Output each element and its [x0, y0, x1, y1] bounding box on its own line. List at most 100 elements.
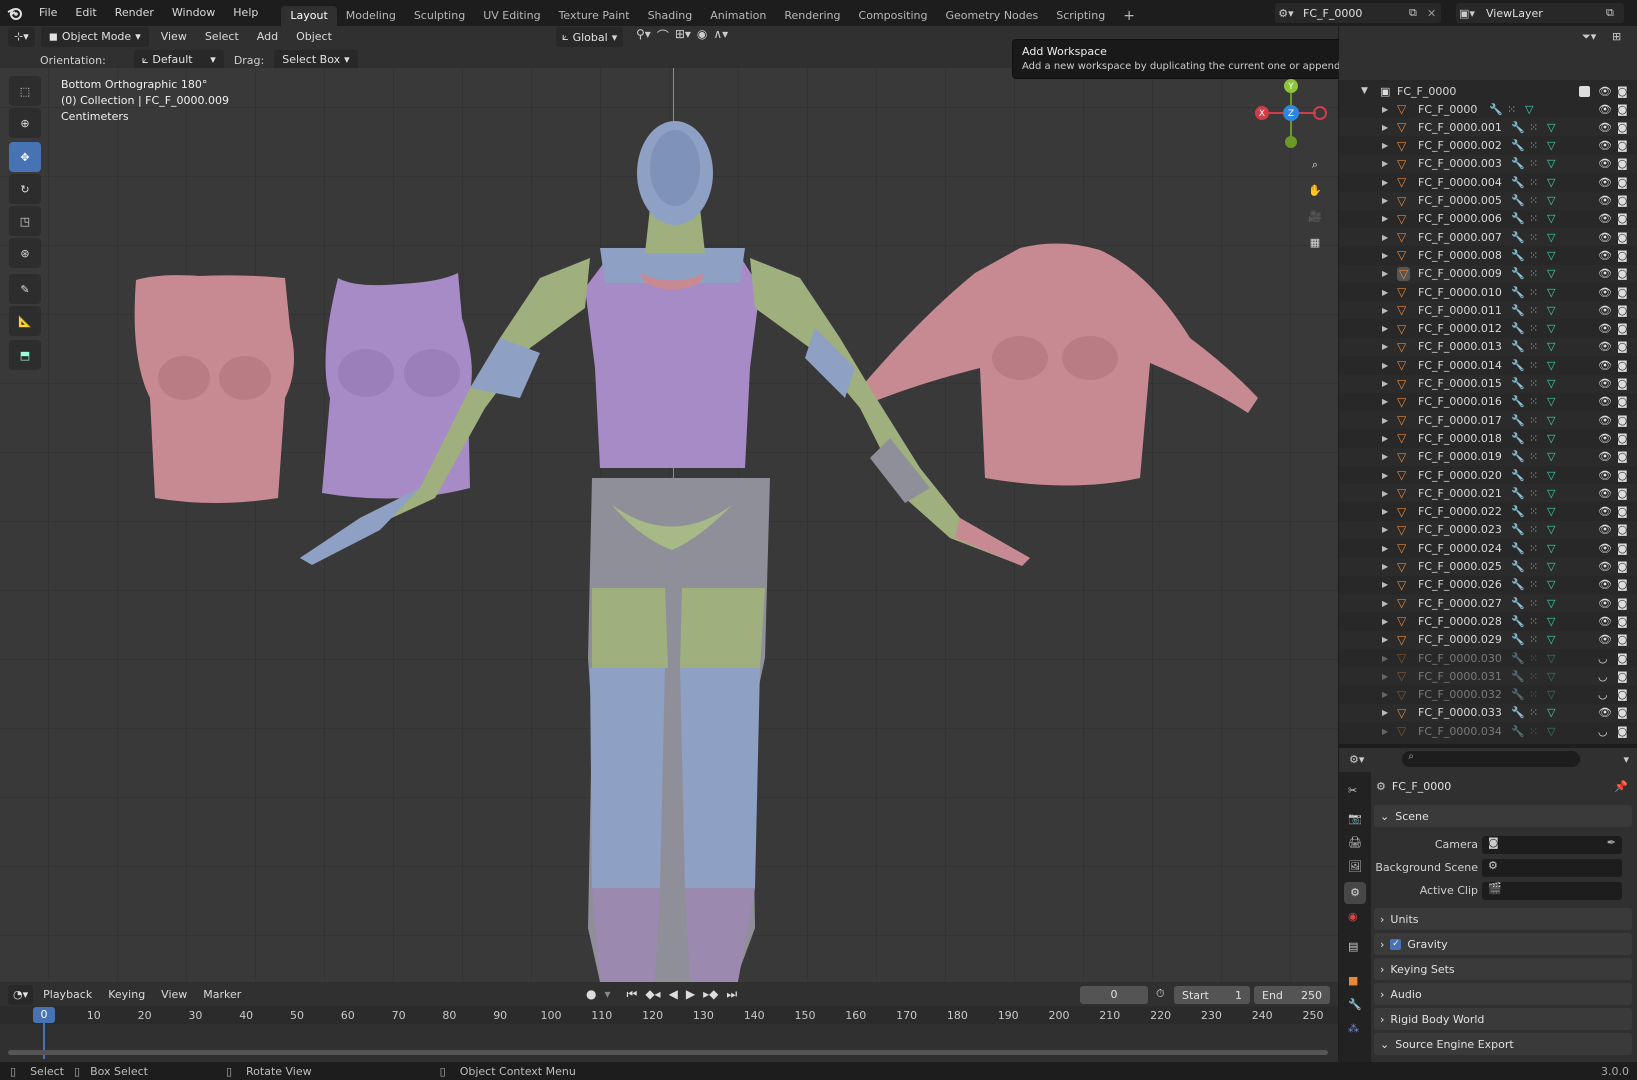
vertex-group-icon[interactable]: ⁙ [1529, 414, 1538, 427]
expand-arrow-icon[interactable]: ▶ [1382, 599, 1388, 608]
close-scene-icon[interactable]: ✕ [1427, 7, 1441, 20]
tab-rendering[interactable]: Rendering [775, 6, 849, 26]
mesh-data-icon[interactable]: ▽ [1547, 633, 1555, 646]
drag-dropdown[interactable]: Select Box ▾ [274, 50, 358, 70]
mesh-data-icon[interactable]: ▽ [1547, 304, 1555, 317]
current-frame-field[interactable]: 0 [1080, 986, 1148, 1004]
viewport-menu-add[interactable]: Add [251, 26, 284, 48]
stopwatch-icon[interactable]: ⏱ [1156, 987, 1165, 1001]
outliner-row[interactable]: ▶ ▽ FC_F_0000.027 🔧 ⁙ ▽ 👁 ◙ [1339, 594, 1637, 613]
camera-render-icon[interactable]: ◙ [1617, 432, 1628, 445]
mesh-data-icon[interactable]: ▽ [1547, 249, 1555, 262]
scene-selector[interactable]: ⚙▾ FC_F_0000 ⧉ ✕ [1275, 3, 1441, 23]
active-clip-field[interactable]: 🎬 [1482, 882, 1622, 900]
eye-icon[interactable]: 👁 [1598, 139, 1612, 152]
mesh-data-icon[interactable]: ▽ [1547, 139, 1555, 152]
vertex-group-icon[interactable]: ⁙ [1529, 359, 1538, 372]
mesh-data-icon[interactable]: ▽ [1547, 359, 1555, 372]
mesh-data-icon[interactable]: ▽ [1547, 597, 1555, 610]
expand-arrow-icon[interactable]: ▶ [1382, 123, 1388, 132]
camera-render-icon[interactable]: ◙ [1617, 615, 1628, 628]
vertex-group-icon[interactable]: ⁙ [1529, 652, 1538, 665]
mesh-data-icon[interactable]: ▽ [1547, 615, 1555, 628]
expand-arrow-icon[interactable]: ▶ [1382, 471, 1388, 480]
navigation-gizmo[interactable]: Y X Z [1246, 78, 1336, 158]
mesh-data-icon[interactable]: ▽ [1547, 523, 1555, 536]
mesh-data-icon[interactable]: ▽ [1547, 505, 1555, 518]
tab-animation[interactable]: Animation [701, 6, 775, 26]
object-tab-icon[interactable]: ■ [1348, 974, 1358, 987]
expand-arrow-icon[interactable]: ▶ [1382, 251, 1388, 260]
modifier-wrench-icon[interactable]: 🔧 [1511, 249, 1525, 262]
camera-render-icon[interactable]: ◙ [1617, 103, 1628, 116]
outliner-row[interactable]: ▶ ▽ FC_F_0000.005 🔧 ⁙ ▽ 👁 ◙ [1339, 191, 1637, 210]
modifier-wrench-icon[interactable]: 🔧 [1511, 725, 1525, 738]
vertex-group-icon[interactable]: ⁙ [1529, 304, 1538, 317]
expand-arrow-icon[interactable]: ▼ [1361, 86, 1368, 96]
eye-icon[interactable]: 👁 [1598, 469, 1612, 482]
tab-scripting[interactable]: Scripting [1047, 6, 1114, 26]
outliner-row[interactable]: ▶ ▽ FC_F_0000.021 🔧 ⁙ ▽ 👁 ◙ [1339, 484, 1637, 503]
play-icon[interactable]: ▶ [686, 987, 695, 1002]
outliner-row[interactable]: ▶ ▽ FC_F_0000.034 🔧 ⁙ ▽ ◡ ◙ [1339, 722, 1637, 740]
eye-icon[interactable]: 👁 [1598, 523, 1612, 536]
root-checkbox-icon[interactable] [1579, 85, 1590, 97]
modifier-wrench-icon[interactable]: 🔧 [1511, 652, 1525, 665]
vertex-group-icon[interactable]: ⁙ [1529, 267, 1538, 280]
expand-arrow-icon[interactable]: ▶ [1382, 562, 1388, 571]
vertex-group-icon[interactable]: ⁙ [1529, 176, 1538, 189]
add-workspace-button[interactable]: + [1114, 6, 1144, 26]
proportional-edit-icon[interactable]: ◉ [697, 27, 707, 44]
eye-icon[interactable]: 👁 [1598, 578, 1612, 591]
vertex-group-icon[interactable]: ⁙ [1529, 121, 1538, 134]
timeline-editor-type-button[interactable]: ◔▾ [8, 985, 34, 1005]
magnet-snap-icon[interactable]: ⌒ [657, 27, 669, 44]
modifier-wrench-icon[interactable]: 🔧 [1511, 176, 1525, 189]
camera-render-icon[interactable]: ◙ [1617, 688, 1628, 701]
eye-icon[interactable]: 👁 [1598, 194, 1612, 207]
cursor-tool-button[interactable]: ⊕ [9, 108, 41, 138]
units-panel-header[interactable]: › Units [1374, 908, 1632, 930]
mesh-data-icon[interactable]: ▽ [1547, 670, 1555, 683]
prev-keyframe-icon[interactable]: ◆◂ [645, 987, 660, 1002]
mesh-data-icon[interactable]: ▽ [1547, 469, 1555, 482]
orientation-dropdown[interactable]: ⟀ Default ▾ [133, 50, 224, 70]
measure-tool-button[interactable]: 📐 [9, 306, 41, 336]
camera-render-icon[interactable]: ◙ [1617, 340, 1628, 353]
vertex-group-icon[interactable]: ⁙ [1529, 469, 1538, 482]
camera-render-icon[interactable]: ◙ [1617, 706, 1628, 719]
outliner-row[interactable]: ▶ ▽ FC_F_0000.031 🔧 ⁙ ▽ ◡ ◙ [1339, 667, 1637, 686]
snap-target-icon[interactable]: ⊞▾ [675, 27, 691, 44]
expand-arrow-icon[interactable]: ▶ [1382, 489, 1388, 498]
expand-arrow-icon[interactable]: ▶ [1382, 361, 1388, 370]
expand-arrow-icon[interactable]: ▶ [1382, 617, 1388, 626]
outliner-row[interactable]: ▶ ▽ FC_F_0000.012 🔧 ⁙ ▽ 👁 ◙ [1339, 320, 1637, 338]
eye-icon[interactable]: 👁 [1598, 542, 1612, 555]
record-icon[interactable]: ● [586, 987, 596, 1002]
vertex-group-icon[interactable]: ⁙ [1529, 706, 1538, 719]
vertex-group-icon[interactable]: ⁙ [1529, 505, 1538, 518]
eye-icon[interactable]: 👁 [1598, 304, 1612, 317]
pivot-point-icon[interactable]: ⚲▾ [636, 27, 651, 44]
vertex-group-icon[interactable]: ⁙ [1529, 395, 1538, 408]
timeline-menu-playback[interactable]: Playback [37, 984, 98, 1006]
outliner-row[interactable]: ▶ ▽ FC_F_0000.029 🔧 ⁙ ▽ 👁 ◙ [1339, 630, 1637, 649]
outliner-row[interactable]: ▶ ▽ FC_F_0000.017 🔧 ⁙ ▽ 👁 ◙ [1339, 411, 1637, 430]
camera-render-icon[interactable]: ◙ [1617, 286, 1628, 299]
source-engine-export-panel-header[interactable]: ⌄ Source Engine Export [1374, 1033, 1632, 1055]
camera-render-icon[interactable]: ◙ [1617, 139, 1628, 152]
eye-icon[interactable]: 👁 [1598, 157, 1612, 170]
modifier-wrench-icon[interactable]: 🔧 [1511, 212, 1525, 225]
vertex-group-icon[interactable]: ⁙ [1529, 670, 1538, 683]
camera-field[interactable]: ◙ ✒ [1482, 836, 1622, 854]
expand-arrow-icon[interactable]: ▶ [1382, 288, 1388, 297]
mesh-data-icon[interactable]: ▽ [1547, 176, 1555, 189]
expand-arrow-icon[interactable]: ▶ [1382, 416, 1388, 425]
eye-icon[interactable]: 👁 [1598, 286, 1612, 299]
outliner-row[interactable]: ▶ ▽ FC_F_0000.019 🔧 ⁙ ▽ 👁 ◙ [1339, 447, 1637, 466]
vertex-group-icon[interactable]: ⁙ [1529, 286, 1538, 299]
mesh-data-icon[interactable]: ▽ [1547, 121, 1555, 134]
eye-icon[interactable]: 👁 [1598, 103, 1612, 116]
modifier-wrench-icon[interactable]: 🔧 [1511, 706, 1525, 719]
eye-icon[interactable]: 👁 [1598, 359, 1612, 372]
